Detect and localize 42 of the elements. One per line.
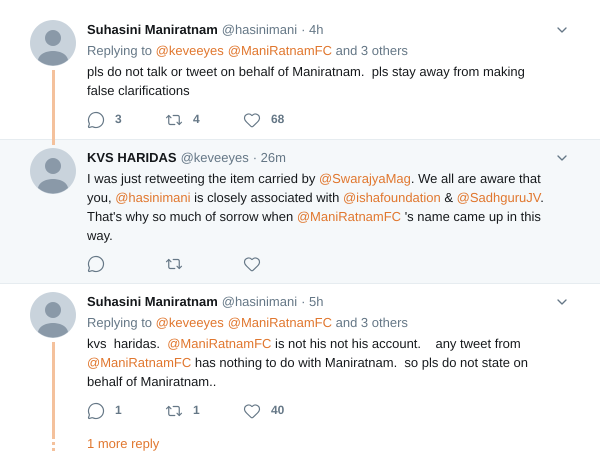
heart-icon[interactable] [243,255,261,273]
mention-link[interactable]: @hasinimani [115,190,191,205]
mention-link[interactable]: @ManiRatnamFC [296,209,402,224]
more-dots [52,436,54,451]
action-count: 1 [193,402,200,419]
avatar[interactable] [30,148,76,194]
replying-to-text: Replying to @keveeyes @ManiRatnamFC and 3 others [87,42,409,60]
tweet-text: kvs haridas. @ManiRatnamFC is not his not his account. any tweet from @ManiRatnamFC has nothing to do with Maniratnam. so pls do not state on behalf of Maniratnam.. [87,335,529,391]
timestamp[interactable]: · 5h [301,292,324,311]
reply-icon[interactable] [87,402,105,420]
action-count: 1 [115,402,122,419]
mention-link[interactable]: @ManiRatnamFC [167,336,272,351]
reply-icon[interactable] [87,255,105,273]
more-replies-link[interactable]: 1 more reply [87,434,160,454]
heart-icon[interactable] [243,110,261,128]
mention-link[interactable]: @SadhguruJV [456,190,540,205]
avatar[interactable] [30,292,76,338]
action-count: 40 [271,402,284,419]
author-name[interactable]: KVS HARIDAS [87,148,177,167]
mention-link[interactable]: @ManiRatnamFC [87,355,192,370]
author-handle[interactable]: @hasinimani [222,292,298,311]
author-handle[interactable]: @keveeyes [180,148,249,167]
mention-link[interactable]: @ManiRatnamFC [228,43,332,58]
tweet-text: pls do not talk or tweet on behalf of Maniratnam. pls stay away from making false clarifications [87,63,526,100]
mention-link[interactable]: @SwarajyaMag [318,171,411,186]
replying-to-text: Replying to @keveeyes @ManiRatnamFC and 3 others [87,314,409,332]
mention-link[interactable]: @ManiRatnamFC [228,315,332,330]
reply-icon[interactable] [87,110,105,128]
mention-link[interactable]: @keveeyes [156,315,224,330]
action-count: 3 [115,111,122,128]
timestamp[interactable]: · 26m [252,148,286,167]
action-count: 68 [271,111,284,128]
tweet-text: I was just retweeting the item carried by @SwarajyaMag. We all are aware that you, @hasinimani is closely associated with @ishafoundation & @SadhguruJV. That's why so much of sorrow when @ManiRatnamFC 's name came up in this way. [87,170,545,245]
author-handle[interactable]: @hasinimani [222,20,298,39]
mention-link[interactable]: @ishafoundation [342,190,441,205]
avatar[interactable] [30,20,76,66]
mention-link[interactable]: @keveeyes [156,43,224,58]
author-name[interactable]: Suhasini Maniratnam [87,292,218,311]
action-count: 4 [193,111,200,128]
heart-icon[interactable] [243,402,261,420]
author-name[interactable]: Suhasini Maniratnam [87,20,218,39]
timestamp[interactable]: · 4h [301,20,324,39]
